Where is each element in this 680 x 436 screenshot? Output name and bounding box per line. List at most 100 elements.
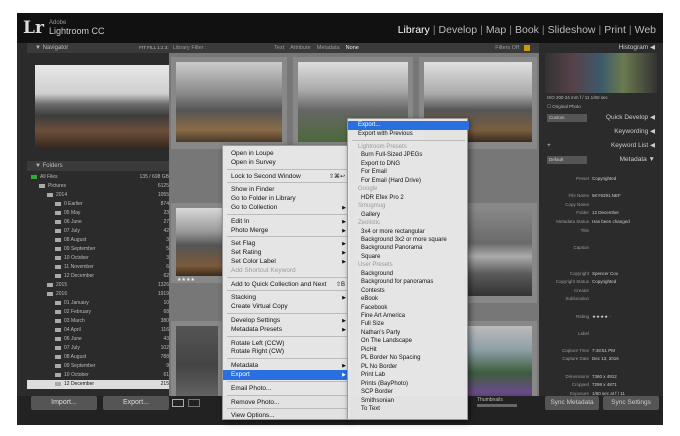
export-preset-item[interactable]: Burn Full-Sized JPEGs: [348, 151, 469, 160]
export-preset-item[interactable]: Facebook: [348, 304, 469, 313]
folder-row[interactable]: 07 July 102: [27, 344, 179, 353]
menu-item[interactable]: Add to Quick Collection and Next ⇧B: [223, 280, 351, 290]
folder-row[interactable]: 06 June 27: [27, 218, 179, 227]
metadata-value[interactable]: 7360 x 4912: [592, 373, 617, 382]
export-preset-item[interactable]: SCP Border: [348, 388, 469, 397]
folder-row[interactable]: 03 March 380: [27, 317, 179, 326]
all-files-row[interactable]: All Files 135 / 698 GB: [27, 173, 179, 182]
metadata-value[interactable]: 7:48:51 PM: [592, 347, 615, 356]
metadata-value[interactable]: Copyrighted: [592, 278, 616, 287]
folder-row[interactable]: 11 November 6: [27, 263, 179, 272]
menu-item[interactable]: Export ▶: [223, 370, 351, 380]
folder-row[interactable]: 08 August 3: [27, 236, 179, 245]
export-preset-item[interactable]: Print Lab: [348, 371, 469, 380]
menu-item[interactable]: View Options...: [223, 411, 351, 421]
keyword-list-header[interactable]: + Keyword List ◀: [543, 141, 663, 151]
menu-item[interactable]: Photo Merge ▶: [223, 226, 351, 236]
metadata-value[interactable]: 7298 x 4871: [592, 381, 617, 390]
folder-row[interactable]: 2015 1326: [27, 281, 179, 290]
folder-row[interactable]: 05 May 23: [27, 209, 179, 218]
module-develop[interactable]: Develop: [436, 24, 481, 36]
export-preset-item[interactable]: Export with Previous: [348, 130, 469, 139]
folder-row[interactable]: 09 September 5: [27, 245, 179, 254]
export-preset-item[interactable]: Nathan's Party: [348, 329, 469, 338]
folder-row[interactable]: 12 December 62: [27, 272, 179, 281]
filter-tab-none[interactable]: None: [346, 45, 359, 51]
export-button[interactable]: Export...: [103, 396, 169, 410]
module-map[interactable]: Map: [483, 24, 509, 36]
metadata-value[interactable]: 12 December: [592, 209, 619, 218]
menu-item[interactable]: Metadata Presets ▶: [223, 325, 351, 335]
menu-item[interactable]: Open in Survey: [223, 158, 351, 168]
histogram-header[interactable]: Histogram ◀: [543, 43, 663, 53]
thumbnail-size-slider[interactable]: [477, 404, 517, 407]
folder-row[interactable]: 02 February 68: [27, 308, 179, 317]
loupe-view-icon[interactable]: [188, 399, 200, 407]
thumbnail-cell[interactable]: [171, 57, 287, 149]
export-preset-item[interactable]: Export...: [348, 121, 469, 130]
thumbnail-cell[interactable]: [459, 203, 537, 303]
metadata-view-select[interactable]: Default: [547, 156, 587, 164]
folder-row[interactable]: 2016 1919: [27, 290, 179, 299]
metadata-value[interactable]: Has been changed: [592, 218, 630, 227]
keywording-header[interactable]: Keywording ◀: [543, 127, 663, 137]
grid-view-icon[interactable]: [172, 399, 184, 407]
navigator-preview[interactable]: [35, 65, 171, 147]
folder-row[interactable]: 2014 1055: [27, 191, 179, 200]
plus-icon[interactable]: +: [547, 141, 551, 151]
export-preset-item[interactable]: PicHit: [348, 346, 469, 355]
export-preset-item[interactable]: For Email: [348, 168, 469, 177]
filters-off[interactable]: Filters Off: [495, 43, 519, 53]
menu-item[interactable]: Rotate Right (CW): [223, 347, 351, 357]
sync-settings-button[interactable]: Sync Settings: [603, 396, 659, 410]
folder-row[interactable]: 09 September 9: [27, 362, 179, 371]
export-preset-item[interactable]: Background Panorama: [348, 244, 469, 253]
menu-item[interactable]: Email Photo...: [223, 384, 351, 394]
folder-row[interactable]: 10 October 3: [27, 254, 179, 263]
metadata-header[interactable]: Default Metadata ▼: [543, 155, 663, 165]
folder-row[interactable]: 08 August 788: [27, 353, 179, 362]
quick-develop-select[interactable]: Custom: [547, 114, 587, 122]
export-preset-item[interactable]: Background for panoramas: [348, 278, 469, 287]
export-preset-item[interactable]: Square: [348, 253, 469, 262]
export-preset-item[interactable]: 3x4 or more rectangular: [348, 228, 469, 237]
navigator-header[interactable]: ▼ Navigator FIT FILL 1:1 3:1: [27, 43, 179, 53]
filter-tab-attribute[interactable]: Attribute: [290, 45, 310, 51]
metadata-value[interactable]: ★★★★ ·: [592, 313, 611, 322]
original-photo-check[interactable]: ☐ Original Photo: [547, 104, 581, 110]
export-preset-item[interactable]: Background 3x2 or more square: [348, 236, 469, 245]
export-preset-item[interactable]: Contests: [348, 287, 469, 296]
export-preset-item[interactable]: Background: [348, 270, 469, 279]
folder-row[interactable]: 07 July 42: [27, 227, 179, 236]
metadata-value[interactable]: Copyrighted: [592, 175, 616, 184]
folder-row[interactable]: 10 October 61: [27, 371, 179, 380]
export-preset-item[interactable]: Gallery: [348, 211, 469, 220]
export-preset-item[interactable]: HDR Efex Pro 2: [348, 194, 469, 203]
folders-header[interactable]: ▼ Folders: [27, 161, 179, 171]
folder-row[interactable]: 0 Earlier 874: [27, 200, 179, 209]
folder-row[interactable]: 12 December 215: [27, 380, 179, 389]
export-preset-item[interactable]: Prints (BayPhoto): [348, 380, 469, 389]
filter-tab-metadata[interactable]: Metadata: [317, 45, 340, 51]
menu-item[interactable]: Create Virtual Copy: [223, 302, 351, 312]
menu-item[interactable]: Lock to Second Window ⇧⌘↩: [223, 172, 351, 182]
sync-metadata-button[interactable]: Sync Metadata: [545, 396, 599, 410]
navigator-zoom-options[interactable]: FIT FILL 1:1 3:1: [139, 45, 171, 50]
export-preset-item[interactable]: On The Landscape: [348, 337, 469, 346]
lock-icon[interactable]: [524, 45, 530, 51]
folder-row[interactable]: 06 June 43: [27, 335, 179, 344]
export-preset-item[interactable]: PL No Border: [348, 363, 469, 372]
filter-tab-text[interactable]: Text: [274, 45, 284, 51]
metadata-value[interactable]: Spencer Cox: [592, 270, 618, 279]
module-web[interactable]: Web: [632, 24, 659, 36]
module-library[interactable]: Library: [395, 24, 433, 36]
menu-item[interactable]: Remove Photo...: [223, 398, 351, 408]
module-slideshow[interactable]: Slideshow: [545, 24, 599, 36]
folder-row[interactable]: 01 January 10: [27, 299, 179, 308]
export-preset-item[interactable]: PL Border No Spacing: [348, 354, 469, 363]
export-preset-item[interactable]: Smithsonian: [348, 397, 469, 406]
module-book[interactable]: Book: [512, 24, 542, 36]
quick-develop-header[interactable]: Custom Quick Develop ◀: [543, 113, 663, 123]
menu-item[interactable]: Go to Collection ▶: [223, 203, 351, 213]
folder-row[interactable]: Pictures 6125: [27, 182, 179, 191]
